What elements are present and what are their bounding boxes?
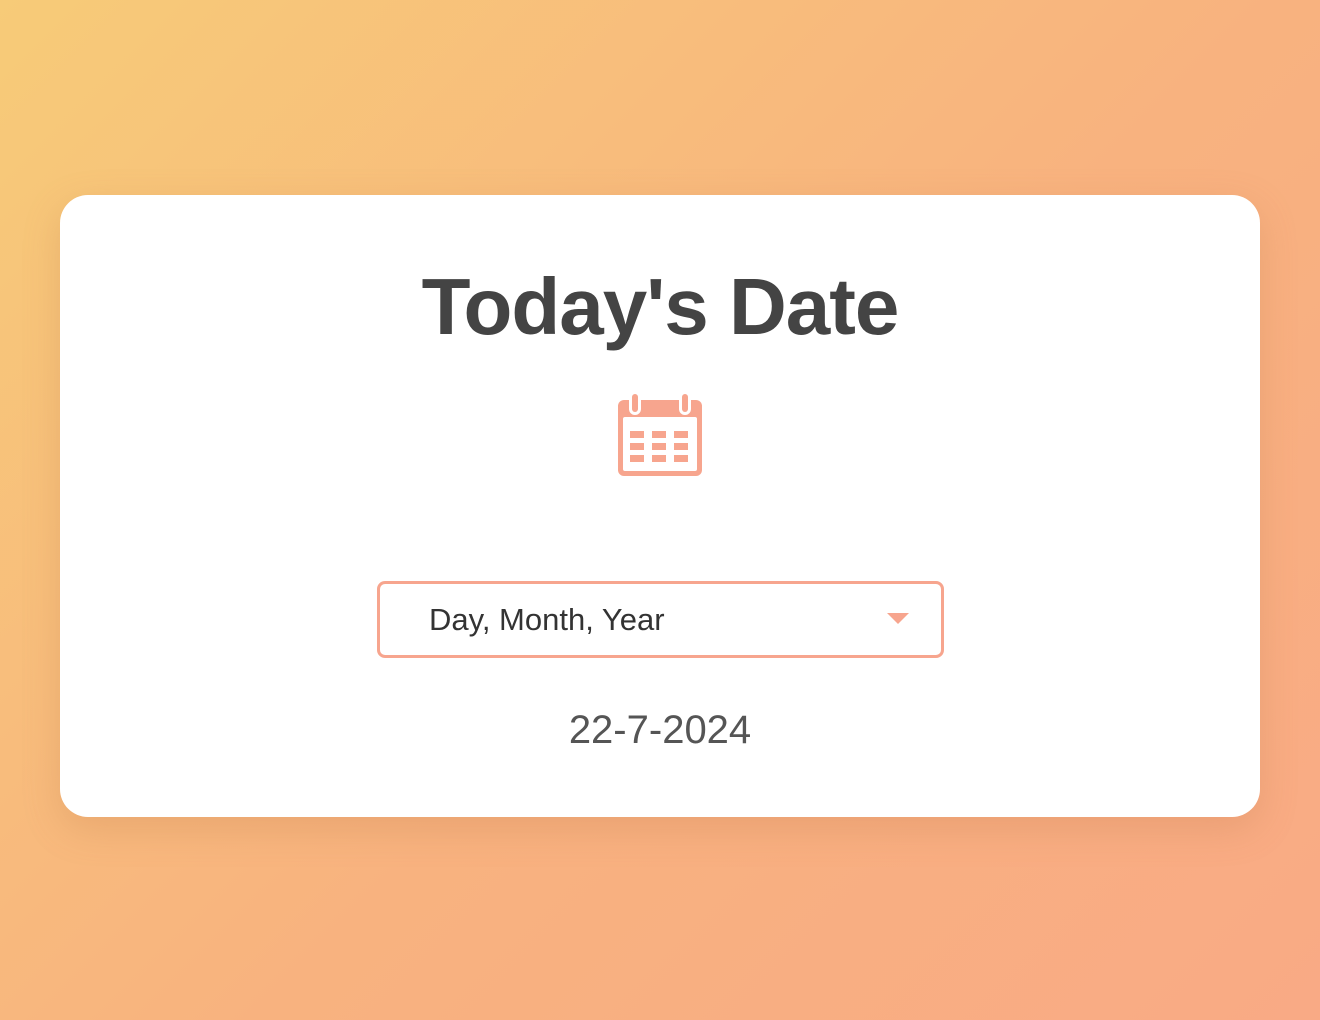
date-format-selected-value: Day, Month, Year [429, 602, 665, 637]
calendar-icon [615, 390, 705, 480]
date-format-select[interactable]: Day, Month, Year [377, 581, 944, 658]
page-title: Today's Date [421, 262, 900, 351]
chevron-down-icon [887, 613, 909, 624]
formatted-date-output: 22-7-2024 [568, 708, 752, 752]
